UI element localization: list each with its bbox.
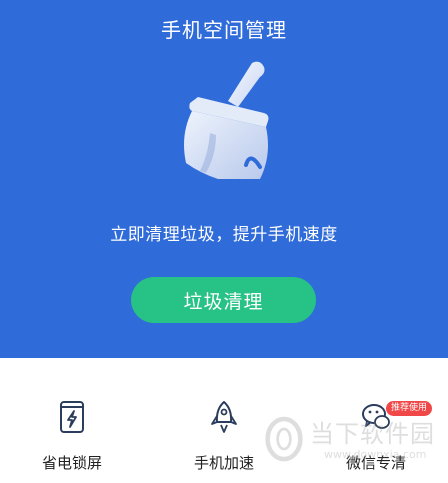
junk-clean-button[interactable]: 垃圾清理 bbox=[131, 277, 316, 323]
recommend-badge: 推荐使用 bbox=[386, 401, 433, 416]
tool-label: 微信专清 bbox=[345, 454, 406, 472]
tool-power-saving-lock[interactable]: 省电锁屏 bbox=[12, 400, 132, 480]
rocket-icon bbox=[209, 400, 239, 438]
tool-phone-speedup[interactable]: 手机加速 bbox=[164, 400, 284, 480]
broom-icon bbox=[160, 55, 290, 185]
hero-panel: 手机空间管理 立即清理垃圾，提升手机速度 垃圾清理 bbox=[0, 0, 448, 358]
battery-lock-icon bbox=[57, 400, 87, 438]
hero-subtitle: 立即清理垃圾，提升手机速度 bbox=[110, 225, 338, 245]
tool-label: 手机加速 bbox=[193, 454, 254, 472]
page-title: 手机空间管理 bbox=[161, 18, 287, 42]
tool-label: 省电锁屏 bbox=[41, 454, 102, 472]
